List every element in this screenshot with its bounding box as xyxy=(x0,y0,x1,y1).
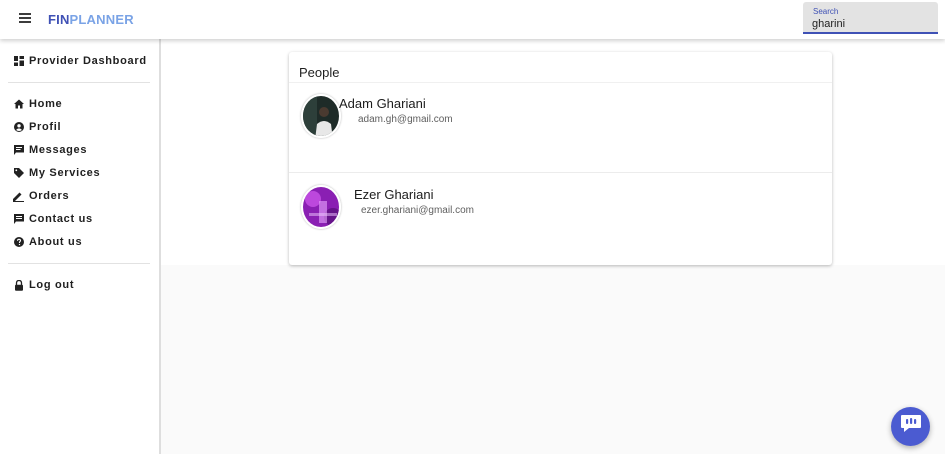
dashboard-icon xyxy=(13,56,24,67)
people-card: People Adam Ghariani adam.gh@gmail.com E… xyxy=(289,52,832,265)
sidebar-item-label: Orders xyxy=(29,190,70,202)
list-item[interactable]: Ezer Ghariani ezer.ghariani@gmail.com xyxy=(289,174,832,262)
chat-bubble-icon xyxy=(900,414,922,439)
pencil-icon xyxy=(13,191,24,202)
sidebar: Provider Dashboard Home Profil Messages … xyxy=(0,39,161,454)
help-icon xyxy=(13,237,24,248)
sidebar-item-log-out[interactable]: Log out xyxy=(13,277,74,293)
sidebar-item-provider-dashboard[interactable]: Provider Dashboard xyxy=(13,53,147,69)
row-divider xyxy=(289,172,832,173)
sidebar-item-label: Provider Dashboard xyxy=(29,55,147,67)
lock-icon xyxy=(13,279,24,291)
person-email: adam.gh@gmail.com xyxy=(358,114,453,125)
sidebar-divider xyxy=(8,263,150,264)
sidebar-item-label: Profil xyxy=(29,121,62,133)
person-name: Ezer Ghariani xyxy=(354,187,434,202)
sidebar-item-label: Home xyxy=(29,98,63,110)
search-label: Search xyxy=(813,7,839,16)
menu-icon[interactable] xyxy=(19,13,31,25)
logo-fin: FIN xyxy=(48,12,70,27)
sidebar-divider xyxy=(8,82,150,83)
account-circle-icon xyxy=(13,122,24,133)
sidebar-item-orders[interactable]: Orders xyxy=(13,188,69,204)
sidebar-item-home[interactable]: Home xyxy=(13,96,62,112)
message-icon xyxy=(13,145,24,156)
sidebar-item-about-us[interactable]: About us xyxy=(13,234,82,250)
sidebar-item-contact-us[interactable]: Contact us xyxy=(13,211,93,227)
sidebar-item-label: Log out xyxy=(29,279,75,291)
chat-icon xyxy=(13,214,24,225)
title-divider xyxy=(289,82,832,83)
search-input[interactable] xyxy=(812,17,930,31)
sidebar-item-label: Contact us xyxy=(29,213,93,225)
home-icon xyxy=(13,99,24,110)
sidebar-item-label: Messages xyxy=(29,144,88,156)
sidebar-item-profil[interactable]: Profil xyxy=(13,119,61,135)
person-name: Adam Ghariani xyxy=(339,96,426,111)
logo-planner: PLANNER xyxy=(69,12,134,27)
app-logo[interactable]: FINPLANNER xyxy=(48,12,134,27)
chat-bubble-button[interactable] xyxy=(891,407,930,446)
list-item[interactable]: Adam Ghariani adam.gh@gmail.com xyxy=(289,84,832,172)
app-header: FINPLANNER Search xyxy=(0,0,945,39)
sidebar-item-messages[interactable]: Messages xyxy=(13,142,87,158)
person-email: ezer.ghariani@gmail.com xyxy=(361,205,474,216)
sidebar-item-label: About us xyxy=(29,236,83,248)
avatar xyxy=(301,185,341,229)
sidebar-item-label: My Services xyxy=(29,167,101,179)
search-field[interactable]: Search xyxy=(803,2,938,34)
tag-icon xyxy=(13,168,24,179)
sidebar-item-my-services[interactable]: My Services xyxy=(13,165,100,181)
avatar xyxy=(301,94,341,138)
card-title: People xyxy=(299,65,340,80)
